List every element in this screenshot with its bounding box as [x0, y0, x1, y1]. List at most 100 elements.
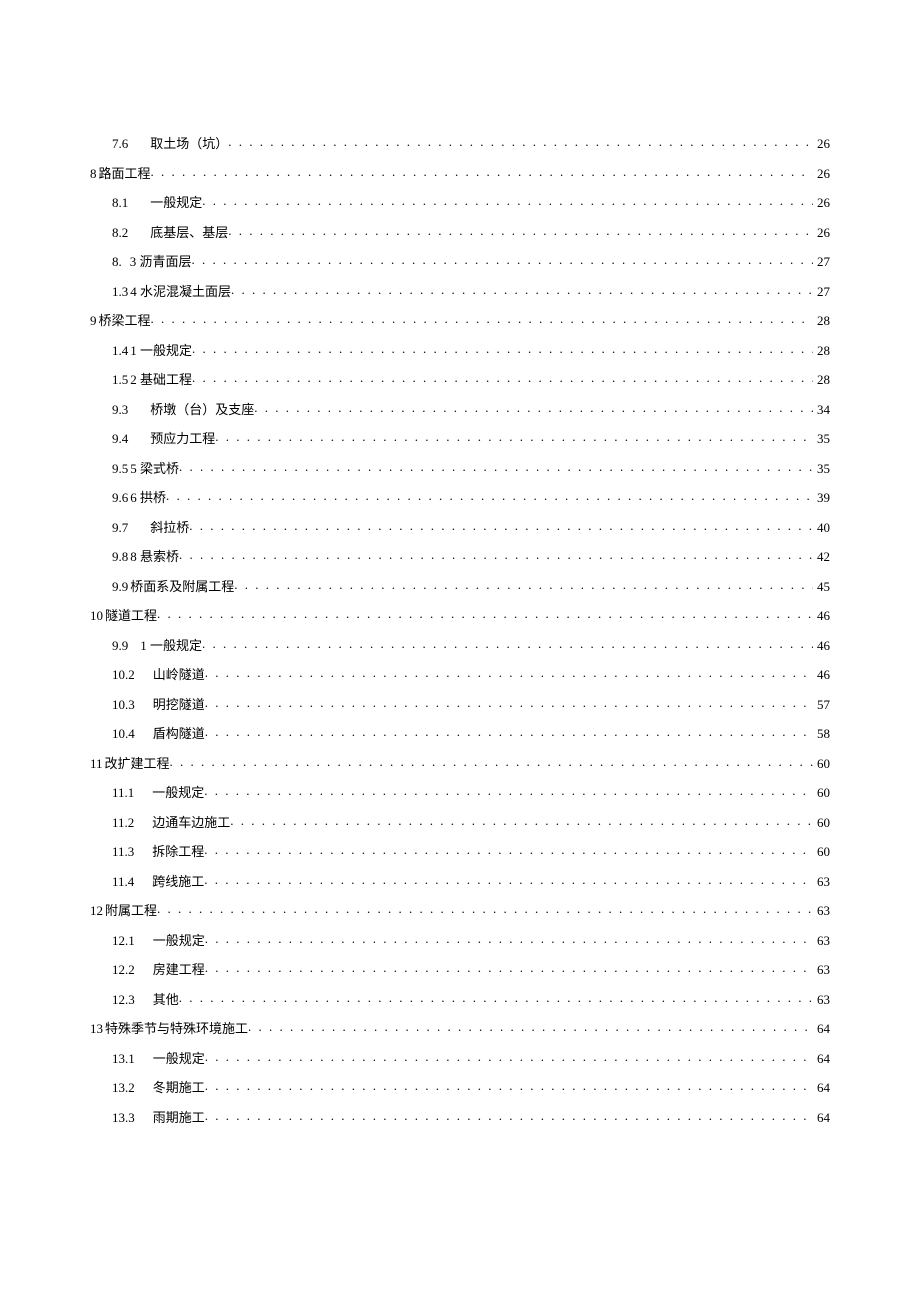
toc-entry: 11改扩建工程60: [90, 755, 830, 770]
toc-leader-dots: [179, 460, 813, 473]
toc-leader-dots: [215, 430, 813, 443]
toc-entry-title: 一般规定: [153, 1052, 205, 1065]
toc-leader-dots: [157, 607, 813, 620]
toc-entry-page: 63: [813, 904, 830, 917]
toc-entry: 9.91 一般规定46: [90, 637, 830, 652]
toc-entry-number: 9.8: [112, 550, 128, 563]
toc-entry-page: 40: [813, 521, 830, 534]
toc-entry-title: 边通车边施工: [152, 816, 230, 829]
toc-leader-dots: [192, 371, 813, 384]
toc-entry-title: 路面工程: [99, 167, 151, 180]
toc-leader-dots: [205, 725, 813, 738]
toc-entry-page: 26: [813, 226, 830, 239]
toc-entry-number: 1.5: [112, 373, 128, 386]
toc-leader-dots: [204, 873, 813, 886]
toc-entry: 9.7斜拉桥40: [90, 519, 830, 534]
toc-leader-dots: [202, 637, 813, 650]
toc-entry-title: 一般规定: [152, 786, 204, 799]
toc-entry-number: 10.3: [112, 698, 135, 711]
toc-entry-title: 一般规定: [153, 934, 205, 947]
toc-entry-title: 桥梁工程: [99, 314, 151, 327]
toc-entry-page: 26: [813, 196, 830, 209]
toc-entry: 9.4预应力工程35: [90, 430, 830, 445]
toc-entry-number: 10: [90, 609, 103, 622]
toc-entry: 1.34 水泥混凝土面层27: [90, 283, 830, 298]
toc-entry-page: 60: [813, 757, 830, 770]
toc-entry: 9.88 悬索桥 42: [90, 548, 830, 563]
toc-entry: 1.52 基础工程28: [90, 371, 830, 386]
toc-entry-title: 其他: [153, 993, 179, 1006]
toc-entry-page: 64: [813, 1081, 830, 1094]
toc-entry-page: 64: [813, 1052, 830, 1065]
toc-entry-page: 26: [813, 167, 830, 180]
toc-entry: 12.3 其他 63: [90, 991, 830, 1006]
toc-entry: 10.3明挖隧道57: [90, 696, 830, 711]
toc-entry-number: 9: [90, 314, 97, 327]
toc-entry-page: 42: [813, 550, 830, 563]
toc-leader-dots: [204, 843, 813, 856]
toc-entry-page: 35: [813, 432, 830, 445]
toc-entry: 8.1 一般规定 26: [90, 194, 830, 209]
toc-entry-title: 1 一般规定: [130, 344, 192, 357]
toc-entry: 7.6取土场（坑）26: [90, 135, 830, 150]
toc-leader-dots: [205, 932, 813, 945]
toc-entry-title: 盾构隧道: [153, 727, 205, 740]
toc-entry-number: 9.3: [112, 403, 128, 416]
toc-entry-title: 8 悬索桥: [130, 550, 179, 563]
toc-entry-number: 12.3: [112, 993, 135, 1006]
toc-leader-dots: [228, 135, 813, 148]
toc-entry-page: 60: [813, 845, 830, 858]
toc-entry: 12附属工程63: [90, 902, 830, 917]
toc-entry-number: 9.6: [112, 491, 128, 504]
table-of-contents: 7.6取土场（坑）268路面工程268.1一般规定268.2底基层、基层268.…: [90, 135, 830, 1124]
toc-entry-title: 特殊季节与特殊环境施工: [105, 1022, 248, 1035]
toc-entry-page: 60: [813, 816, 830, 829]
toc-entry-title: 山岭隧道: [153, 668, 205, 681]
toc-entry-number: 11.4: [112, 875, 134, 888]
toc-entry-title: 拆除工程: [152, 845, 204, 858]
toc-entry-number: 13.3: [112, 1111, 135, 1124]
toc-entry-number: 12.1: [112, 934, 135, 947]
toc-leader-dots: [205, 1050, 813, 1063]
toc-entry-number: 10.4: [112, 727, 135, 740]
toc-entry: 11.1一般规定60: [90, 784, 830, 799]
toc-leader-dots: [234, 578, 813, 591]
toc-entry-page: 63: [813, 875, 830, 888]
toc-entry-number: 1.4: [112, 344, 128, 357]
toc-leader-dots: [151, 312, 813, 325]
toc-entry-number: 8.1: [112, 196, 128, 209]
toc-entry: 13.2冬期施工64: [90, 1079, 830, 1094]
toc-entry-page: 34: [813, 403, 830, 416]
toc-leader-dots: [228, 224, 813, 237]
toc-entry-title: 隧道工程: [105, 609, 157, 622]
toc-entry-number: 12.2: [112, 963, 135, 976]
toc-entry: 8.3 沥青面层27: [90, 253, 830, 268]
toc-leader-dots: [179, 548, 813, 561]
toc-entry-number: 9.4: [112, 432, 128, 445]
toc-entry-title: 取土场（坑）: [150, 137, 228, 150]
toc-entry: 9.55 梁式桥35: [90, 460, 830, 475]
toc-entry-title: 桥面系及附属工程: [130, 580, 234, 593]
toc-entry-page: 39: [813, 491, 830, 504]
toc-entry-page: 45: [813, 580, 830, 593]
toc-entry-number: 9.9: [112, 580, 128, 593]
toc-entry-number: 8.: [112, 255, 122, 268]
toc-leader-dots: [248, 1020, 813, 1033]
toc-entry-title: 一般规定: [150, 196, 202, 209]
toc-entry-page: 35: [813, 462, 830, 475]
toc-leader-dots: [202, 194, 813, 207]
toc-entry-page: 57: [813, 698, 830, 711]
toc-entry-number: 12: [90, 904, 103, 917]
toc-entry-page: 63: [813, 993, 830, 1006]
toc-entry: 11.3拆除工程60: [90, 843, 830, 858]
toc-entry: 10.2山岭隧道46: [90, 666, 830, 681]
toc-entry: 12.1一般规定63: [90, 932, 830, 947]
toc-entry-title: 房建工程: [153, 963, 205, 976]
toc-entry-title: 3 沥青面层: [130, 255, 192, 268]
toc-leader-dots: [204, 784, 813, 797]
toc-entry-page: 46: [813, 639, 830, 652]
toc-entry-title: 改扩建工程: [105, 757, 170, 770]
toc-entry-title: 跨线施工: [152, 875, 204, 888]
toc-entry: 9桥梁工程28: [90, 312, 830, 327]
toc-leader-dots: [205, 696, 813, 709]
